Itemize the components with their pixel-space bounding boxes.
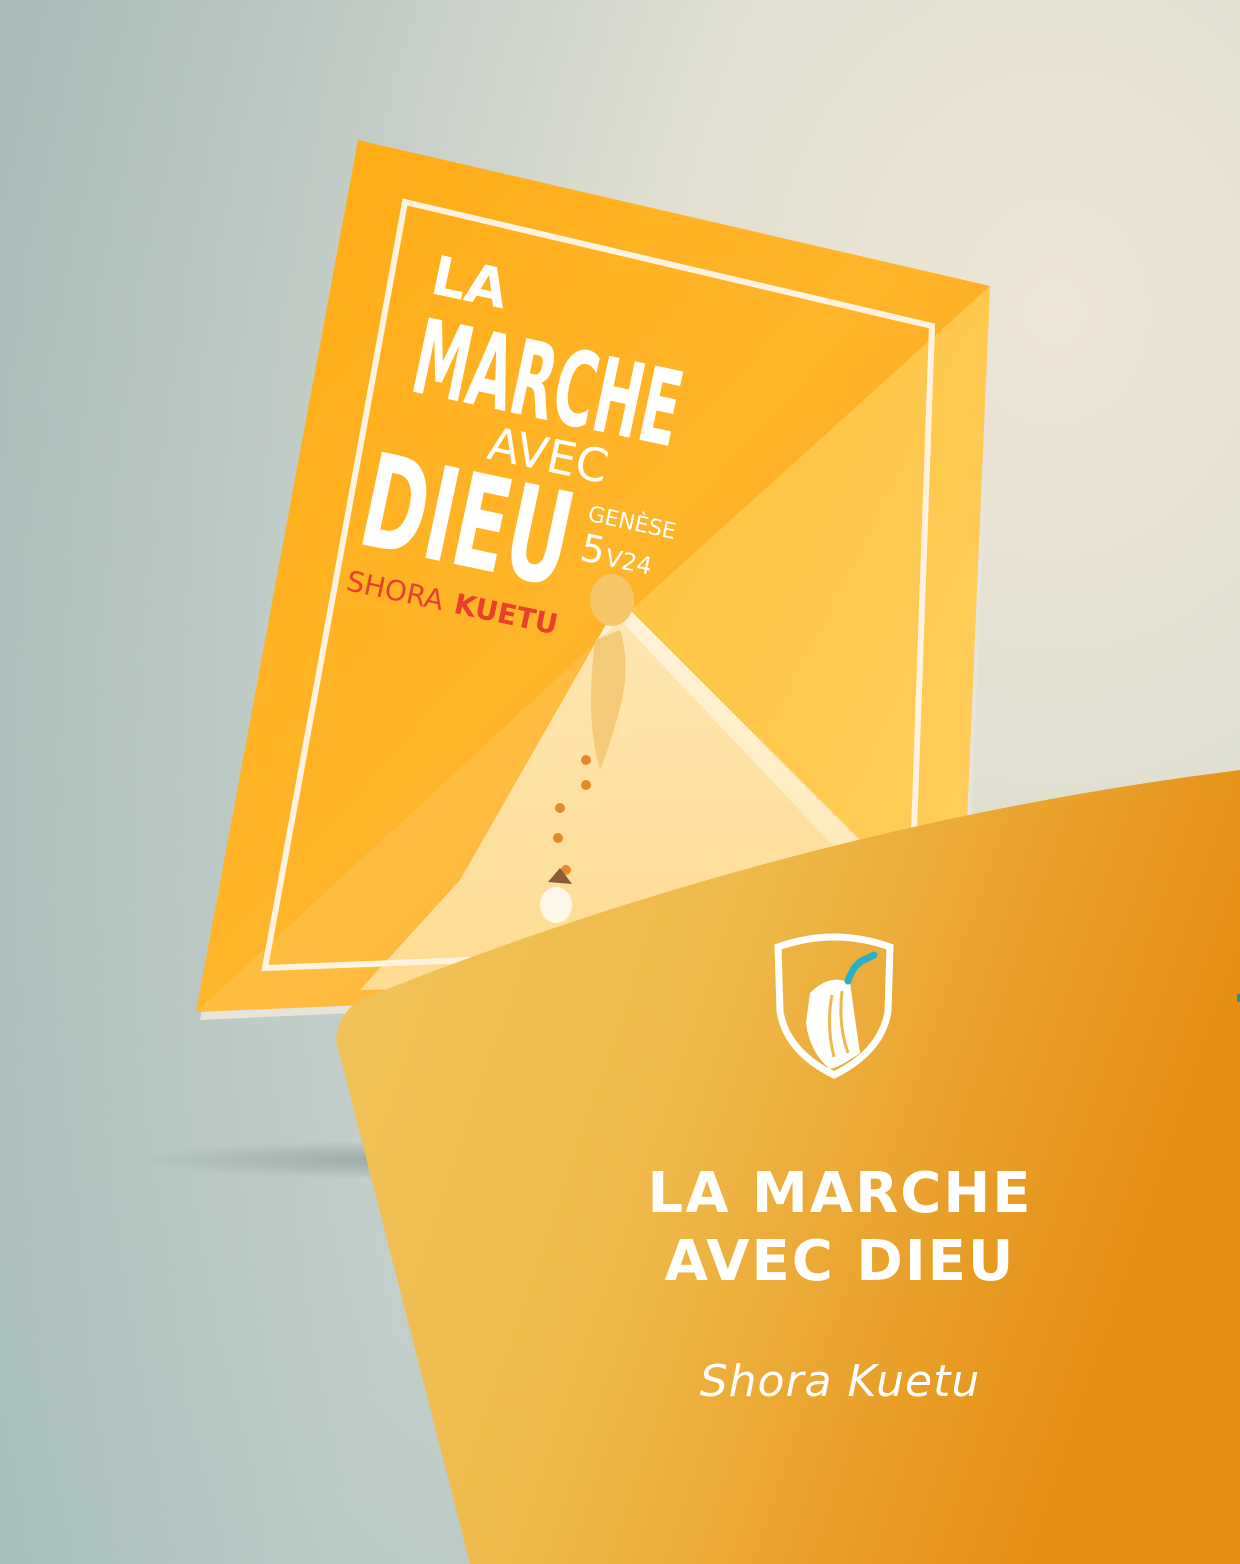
panel-title-line2: AVEC DIEU xyxy=(664,1229,1016,1294)
panel-title-line1: LA MARCHE xyxy=(647,1161,1033,1226)
panel-title: LA MARCHE AVEC DIEU xyxy=(560,1160,1120,1296)
title-panel xyxy=(336,770,1240,1564)
panel-author: Shora Kuetu xyxy=(699,1356,981,1407)
shield-shofar-icon xyxy=(774,933,894,1079)
